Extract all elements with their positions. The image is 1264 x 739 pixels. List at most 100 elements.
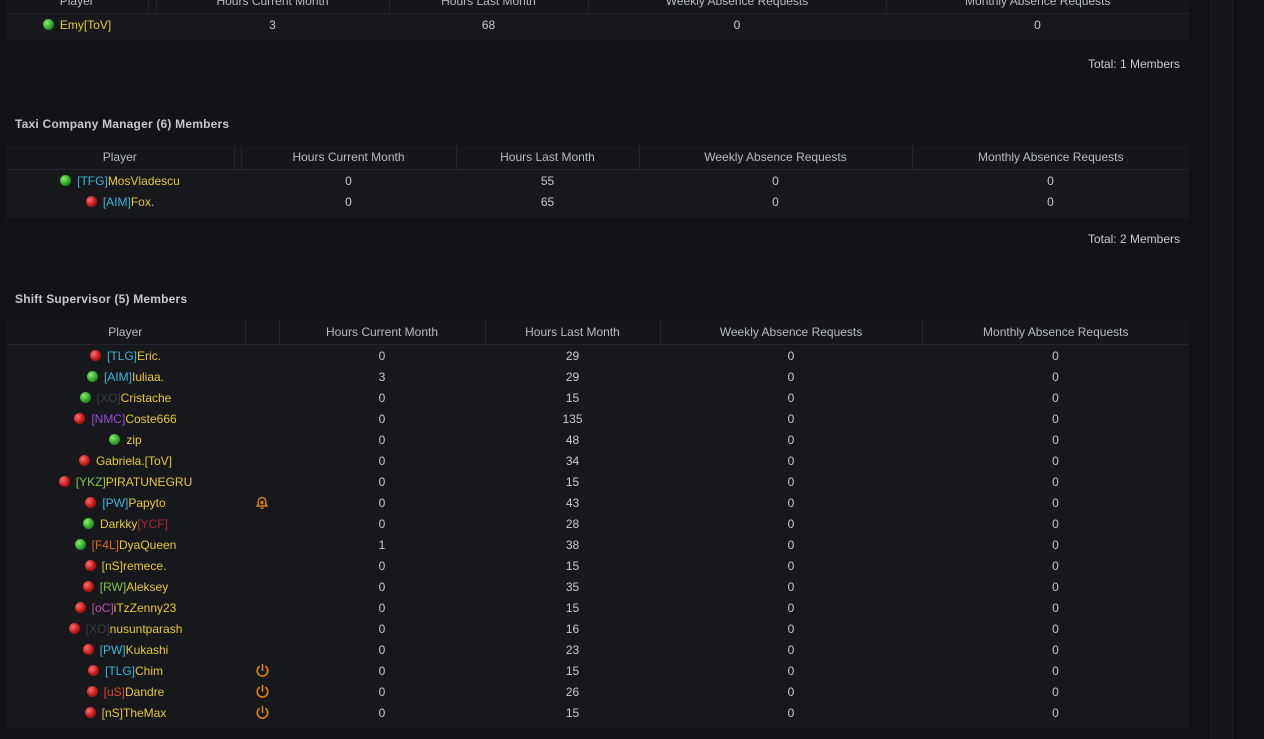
player-name-part[interactable]: [PW] [102, 496, 128, 510]
player-name-part[interactable]: Fox. [131, 195, 154, 209]
col-monthly-absence[interactable]: Monthly Absence Requests [921, 320, 1189, 345]
player-name-part[interactable]: [AIM] [104, 370, 132, 384]
player-name-part[interactable]: [AIM] [103, 195, 131, 209]
player-name-part[interactable]: PIRATUNEGRU [106, 475, 192, 489]
player-name-part[interactable]: [RW] [100, 580, 126, 594]
member-row[interactable]: [XO]Cristache 0 15 0 0 [6, 387, 1189, 408]
player-name-part[interactable]: Eric. [137, 349, 161, 363]
member-row[interactable]: [TLG]Chim 0 15 0 0 [6, 660, 1189, 681]
monthly-absence-cell: 0 [1052, 642, 1059, 657]
member-row[interactable]: [TFG]MosVladescu 0 55 0 0 [6, 170, 1189, 192]
member-row[interactable]: [XO]nusuntparash 0 16 0 0 [6, 618, 1189, 639]
status-icon-cell [245, 429, 279, 450]
col-monthly-absence[interactable]: Monthly Absence Requests [911, 145, 1189, 170]
player-name-part[interactable]: [XO] [86, 622, 110, 636]
monthly-absence-cell: 0 [1052, 663, 1059, 678]
member-row[interactable]: [nS]remece. 0 15 0 0 [6, 555, 1189, 576]
player-name-part[interactable]: [nS] [102, 706, 123, 720]
member-row[interactable]: [nS]TheMax 0 15 0 0 [6, 702, 1189, 723]
player-name-part[interactable]: TheMax [123, 706, 166, 720]
player-name-part[interactable]: [NMC] [91, 412, 125, 426]
player-name-part[interactable]: [YKZ] [76, 475, 106, 489]
player-name-part[interactable]: [TLG] [107, 349, 137, 363]
player-name-part[interactable]: nusuntparash [110, 622, 183, 636]
player-name-part[interactable]: Iuliaa. [132, 370, 164, 384]
member-row[interactable]: [uS]Dandre 0 26 0 0 [6, 681, 1189, 702]
player-name-part[interactable]: Dandre [125, 685, 164, 699]
member-row[interactable]: Gabriela.[ToV] 0 34 0 0 [6, 450, 1189, 471]
monthly-absence-cell: 0 [1052, 432, 1059, 447]
power-icon [255, 705, 270, 719]
player-name-part[interactable]: [PW] [100, 643, 126, 657]
col-hours-current[interactable]: Hours Current Month [240, 145, 456, 170]
player-name-part[interactable]: Chim [135, 664, 163, 678]
player-name-part[interactable]: [F4L] [92, 538, 119, 552]
player-name-part[interactable]: [nS] [102, 559, 123, 573]
player-name-part[interactable]: Cristache [121, 391, 172, 405]
player-name-part[interactable]: [uS] [104, 685, 125, 699]
hours-current-cell: 1 [378, 537, 386, 552]
col-weekly-absence[interactable]: Weekly Absence Requests [638, 145, 912, 170]
member-row[interactable]: [PW]Papyto 0 43 0 0 [6, 492, 1189, 513]
player-name-part[interactable]: Emy[ToV] [60, 18, 111, 32]
col-hours-last[interactable]: Hours Last Month [455, 145, 639, 170]
offline-status-icon [74, 601, 86, 613]
online-status-icon [109, 433, 121, 445]
table-bottom-padding [6, 212, 1189, 218]
member-row[interactable]: zip 0 48 0 0 [6, 429, 1189, 450]
section-title: Taxi Company Manager (6) Members [15, 117, 230, 131]
col-icon [147, 0, 156, 14]
player-name-part[interactable]: Darkky [100, 517, 137, 531]
player-cell: [uS]Dandre [6, 681, 245, 702]
col-weekly-absence[interactable]: Weekly Absence Requests [659, 320, 922, 345]
player-cell: [NMC]Coste666 [6, 408, 245, 429]
member-row[interactable]: [AIM]Iuliaa. 3 29 0 0 [6, 366, 1189, 387]
player-name-part[interactable]: Papyto [128, 496, 165, 510]
player-name-part[interactable]: iTzZenny23 [114, 601, 177, 615]
monthly-absence-cell: 0 [1047, 173, 1054, 188]
col-player[interactable]: Player [6, 320, 245, 345]
player-name-part[interactable]: [XO] [97, 391, 121, 405]
member-row[interactable]: [NMC]Coste666 0 135 0 0 [6, 408, 1189, 429]
player-name-part[interactable]: remece. [123, 559, 166, 573]
col-hours-last[interactable]: Hours Last Month [484, 320, 660, 345]
player-cell: Emy[ToV] [6, 14, 148, 36]
member-row[interactable]: [YKZ]PIRATUNEGRU 0 15 0 0 [6, 471, 1189, 492]
side-panel-divider [1210, 0, 1233, 739]
player-name-part[interactable]: [YCF] [137, 517, 168, 531]
player-name-part[interactable]: Gabriela.[ToV] [96, 454, 172, 468]
col-weekly-absence[interactable]: Weekly Absence Requests [587, 0, 886, 14]
member-row[interactable]: [RW]Aleksey 0 35 0 0 [6, 576, 1189, 597]
col-hours-last[interactable]: Hours Last Month [388, 0, 588, 14]
member-row[interactable]: [AIM]Fox. 0 65 0 0 [6, 191, 1189, 212]
player-name-part[interactable]: DyaQueen [119, 538, 176, 552]
player-name-part[interactable]: [oC] [92, 601, 114, 615]
col-hours-current[interactable]: Hours Current Month [278, 320, 485, 345]
member-row[interactable]: Darkky[YCF] 0 28 0 0 [6, 513, 1189, 534]
monthly-absence-cell: 0 [1034, 17, 1041, 32]
member-row[interactable]: [oC]iTzZenny23 0 15 0 0 [6, 597, 1189, 618]
member-row[interactable]: [PW]Kukashi 0 23 0 0 [6, 639, 1189, 660]
member-row[interactable]: Emy[ToV] 3 68 0 0 [6, 14, 1189, 36]
member-row[interactable]: [TLG]Eric. 0 29 0 0 [6, 345, 1189, 367]
col-hours-current[interactable]: Hours Current Month [155, 0, 389, 14]
player-cell: [PW]Papyto [6, 492, 245, 513]
player-name-part[interactable]: Aleksey [126, 580, 168, 594]
col-player[interactable]: Player [6, 145, 234, 170]
hours-current-cell: 0 [378, 684, 386, 699]
member-row[interactable]: [F4L]DyaQueen 1 38 0 0 [6, 534, 1189, 555]
player-name-part[interactable]: [TFG] [77, 174, 108, 188]
player-name-part[interactable]: Kukashi [126, 643, 169, 657]
player-name-part[interactable]: Coste666 [125, 412, 176, 426]
monthly-absence-cell: 0 [1052, 600, 1059, 615]
col-monthly-absence[interactable]: Monthly Absence Requests [885, 0, 1189, 14]
col-player[interactable]: Player [6, 0, 148, 14]
weekly-absence-cell: 0 [787, 369, 795, 384]
members-total: Total: 2 Members [1087, 232, 1180, 246]
table-bottom-padding [6, 723, 1189, 729]
status-icon-cell [245, 618, 279, 639]
player-name-part[interactable]: MosVladescu [108, 174, 180, 188]
player-cell: [AIM]Fox. [6, 191, 234, 212]
player-name-part[interactable]: zip [126, 433, 141, 447]
player-name-part[interactable]: [TLG] [105, 664, 135, 678]
